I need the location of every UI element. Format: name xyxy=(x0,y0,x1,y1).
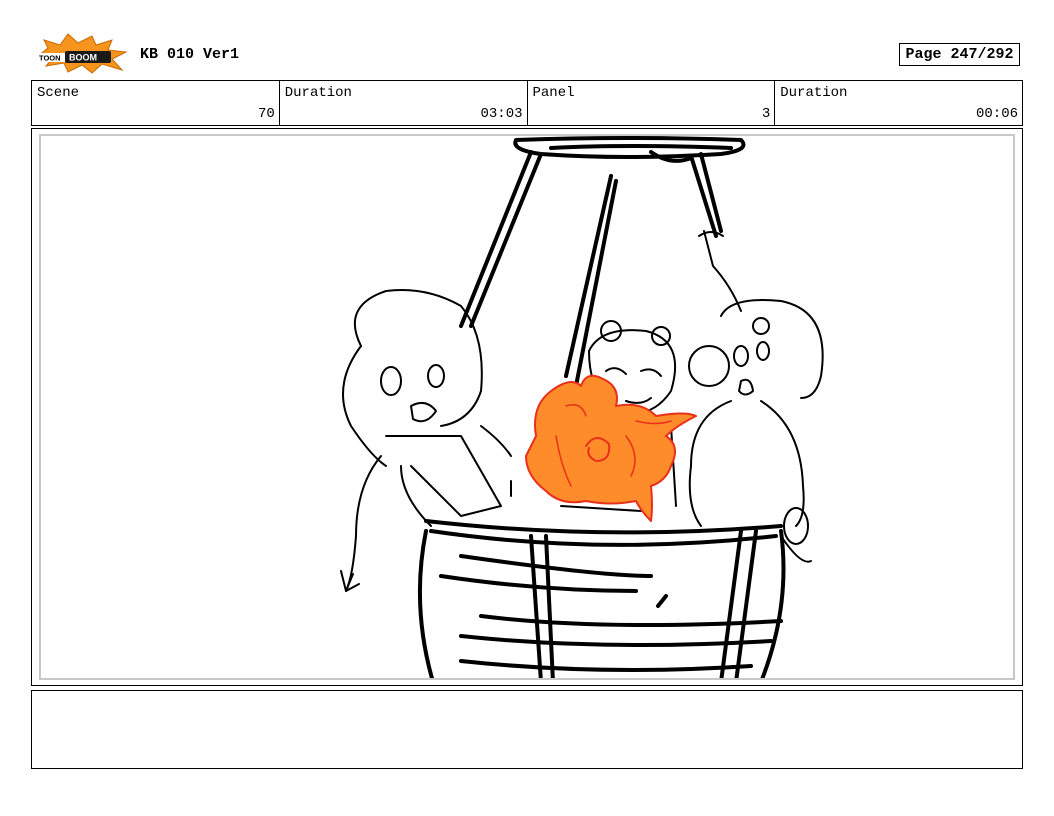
panel-duration-label: Duration xyxy=(780,85,848,101)
scene-value: 70 xyxy=(257,106,275,122)
scene-cell: Scene 70 xyxy=(32,81,280,125)
scene-duration-cell: Duration 03:03 xyxy=(280,81,528,125)
scene-duration-label: Duration xyxy=(284,85,352,101)
panel-cell: Panel 3 xyxy=(528,81,776,125)
burner-fire xyxy=(525,374,697,522)
storyboard-panel xyxy=(31,128,1023,686)
panel-sketch xyxy=(340,136,824,678)
svg-text:BOOM: BOOM xyxy=(69,53,97,63)
balloon-basket xyxy=(417,519,786,678)
panel-label: Panel xyxy=(532,85,575,101)
scene-label: Scene xyxy=(37,85,80,101)
balloon-ropes xyxy=(459,150,723,388)
panel-duration-value: 00:06 xyxy=(975,106,1018,122)
safe-frame xyxy=(39,134,1015,680)
panel-value: 3 xyxy=(761,106,771,122)
info-row: Scene 70 Duration 03:03 Panel 3 Duration… xyxy=(31,80,1023,126)
project-title: KB 010 Ver1 xyxy=(140,46,240,63)
panel-duration-cell: Duration 00:06 xyxy=(775,81,1022,125)
panel-notes xyxy=(31,690,1023,769)
character-girl-left xyxy=(340,289,512,592)
scene-duration-value: 03:03 xyxy=(480,106,523,122)
balloon-ring xyxy=(513,136,746,163)
page-indicator: Page 247/292 xyxy=(899,43,1020,66)
toon-boom-logo: TOON BOOM xyxy=(34,32,128,74)
character-right xyxy=(688,230,824,563)
svg-text:TOON: TOON xyxy=(39,54,61,63)
